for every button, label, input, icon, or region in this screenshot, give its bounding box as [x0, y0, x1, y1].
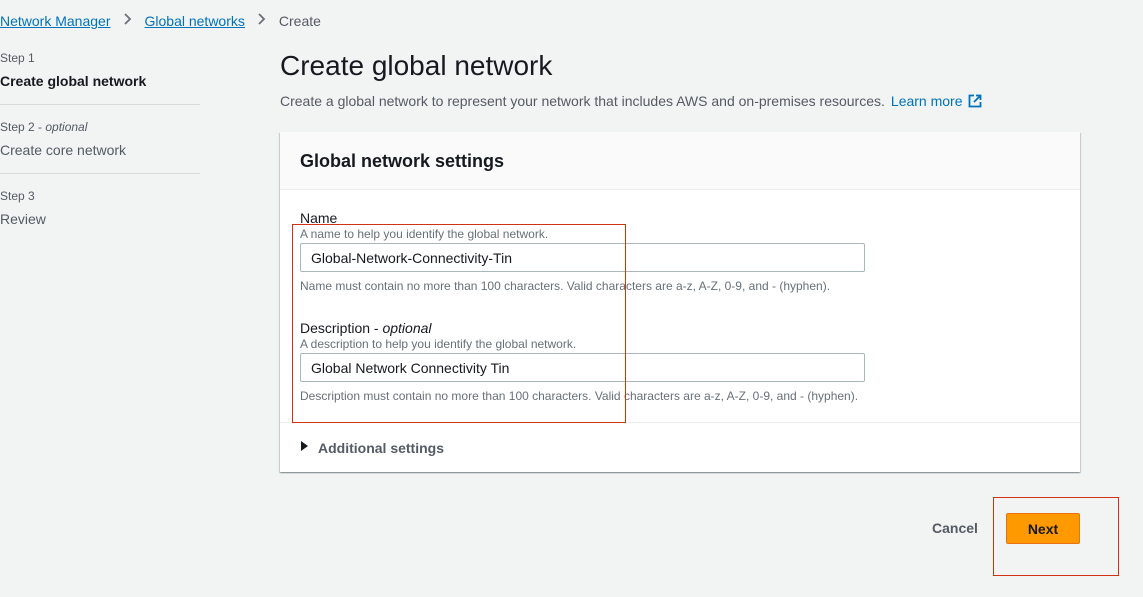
- additional-settings-label: Additional settings: [318, 439, 444, 456]
- breadcrumb: Network Manager Global networks Create: [0, 12, 321, 30]
- name-label: Name: [300, 210, 338, 226]
- chevron-right-icon: [251, 12, 273, 30]
- wizard-step-2: Step 2 - optional Create core network: [0, 119, 200, 174]
- step-number: Step 2 - optional: [0, 120, 88, 134]
- chevron-right-icon: [117, 12, 139, 30]
- description-help: A description to help you identify the g…: [300, 337, 577, 351]
- breadcrumb-global-networks[interactable]: Global networks: [145, 13, 245, 29]
- breadcrumb-network-manager[interactable]: Network Manager: [0, 13, 111, 29]
- page-description: Create a global network to represent you…: [280, 93, 982, 109]
- cancel-button[interactable]: Cancel: [920, 513, 990, 543]
- next-button[interactable]: Next: [1006, 513, 1080, 544]
- caret-right-icon: [300, 441, 309, 454]
- page-description-text: Create a global network to represent you…: [280, 93, 885, 109]
- panel-title: Global network settings: [300, 151, 505, 171]
- description-label: Description - optional: [300, 320, 432, 336]
- page-title: Create global network: [280, 50, 553, 81]
- global-network-settings-panel: Global network settings Name A name to h…: [280, 132, 1080, 472]
- step-label-create-global-network: Create global network: [0, 73, 147, 89]
- step-label-create-core-network[interactable]: Create core network: [0, 141, 200, 159]
- breadcrumb-current: Create: [278, 13, 321, 29]
- learn-more-link[interactable]: Learn more: [891, 93, 982, 109]
- additional-settings-toggle[interactable]: Additional settings: [280, 422, 1080, 472]
- description-input[interactable]: [300, 353, 865, 382]
- name-field-group: Name A name to help you identify the glo…: [300, 209, 865, 293]
- step-number: Step 1: [0, 51, 35, 65]
- description-field-group: Description - optional A description to …: [300, 319, 865, 403]
- panel-header: Global network settings: [280, 132, 1080, 190]
- wizard-step-3: Step 3 Review: [0, 188, 200, 242]
- optional-tag: optional: [45, 120, 88, 134]
- name-constraint: Name must contain no more than 100 chara…: [300, 279, 831, 293]
- step-label-review[interactable]: Review: [0, 210, 200, 228]
- wizard-steps: Step 1 Create global network Step 2 - op…: [0, 50, 200, 256]
- optional-tag: optional: [382, 320, 432, 336]
- description-constraint: Description must contain no more than 10…: [300, 389, 859, 403]
- step-number: Step 3: [0, 189, 35, 203]
- wizard-step-1: Step 1 Create global network: [0, 50, 200, 105]
- name-input[interactable]: [300, 243, 865, 272]
- name-description: A name to help you identify the global n…: [300, 227, 549, 241]
- external-link-icon: [968, 94, 981, 108]
